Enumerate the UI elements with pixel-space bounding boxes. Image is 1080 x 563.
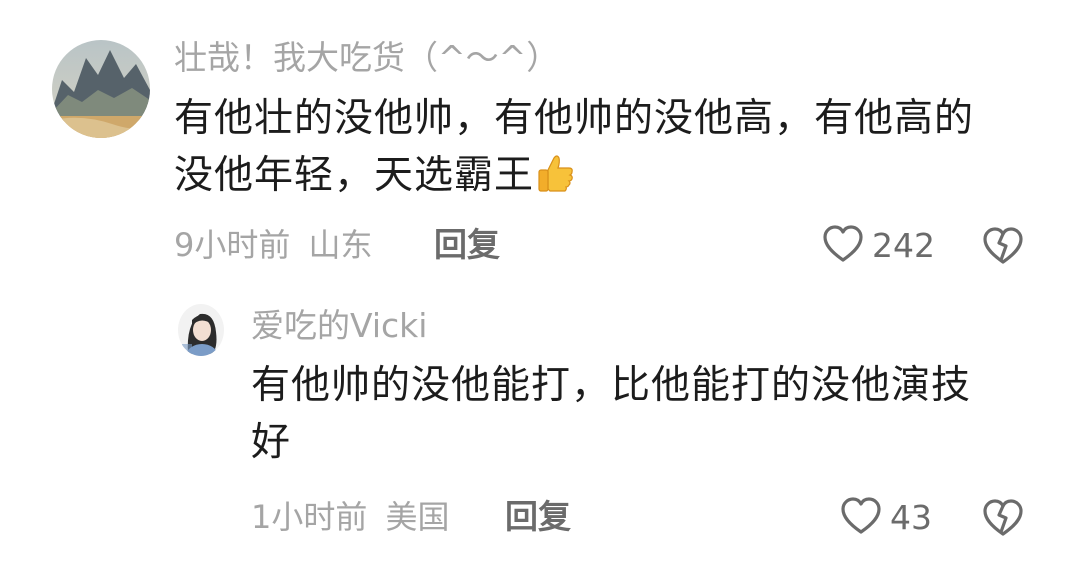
like-button[interactable]: 43: [840, 496, 932, 540]
comment-location: 美国: [385, 498, 450, 536]
comment-location: 山东: [308, 226, 373, 264]
broken-heart-icon: [981, 227, 1025, 270]
comment-meta: 1小时前 美国: [251, 497, 450, 537]
thumbs-up-icon: [534, 152, 576, 194]
dislike-button[interactable]: [981, 226, 1025, 270]
comment-text-segment: 没他年轻，天选霸王: [174, 153, 535, 198]
comment-username[interactable]: 爱吃的Vicki: [251, 306, 427, 346]
comment-text: 有他壮的没他帅，有他帅的没他高，有他高的 没他年轻，天选霸王: [174, 90, 1054, 204]
reply-button[interactable]: 回复: [434, 225, 500, 265]
comment-text: 有他帅的没他能打，比他能打的没他演技 好: [251, 357, 1051, 471]
reply-button[interactable]: 回复: [505, 497, 571, 537]
comment-time: 9小时前: [174, 226, 291, 264]
avatar[interactable]: [52, 40, 150, 138]
comment-time: 1小时前: [251, 498, 368, 536]
like-count: 242: [872, 226, 935, 265]
comment-text-line: 好: [251, 420, 292, 465]
dislike-button[interactable]: [981, 498, 1025, 542]
comment-username[interactable]: 壮哉！我大吃货（^～^）: [174, 38, 559, 78]
avatar[interactable]: [178, 304, 224, 356]
comment-meta: 9小时前 山东: [174, 225, 373, 265]
heart-icon: [822, 224, 864, 268]
comment-text-line: 没他年轻，天选霸王: [174, 147, 1054, 204]
heart-icon: [840, 496, 882, 540]
comment-text-line: 有他帅的没他能打，比他能打的没他演技: [251, 363, 972, 408]
comment-text-line: 有他壮的没他帅，有他帅的没他高，有他高的: [174, 96, 975, 141]
like-button[interactable]: 242: [822, 224, 935, 268]
broken-heart-icon: [981, 499, 1025, 542]
like-count: 43: [890, 498, 932, 537]
